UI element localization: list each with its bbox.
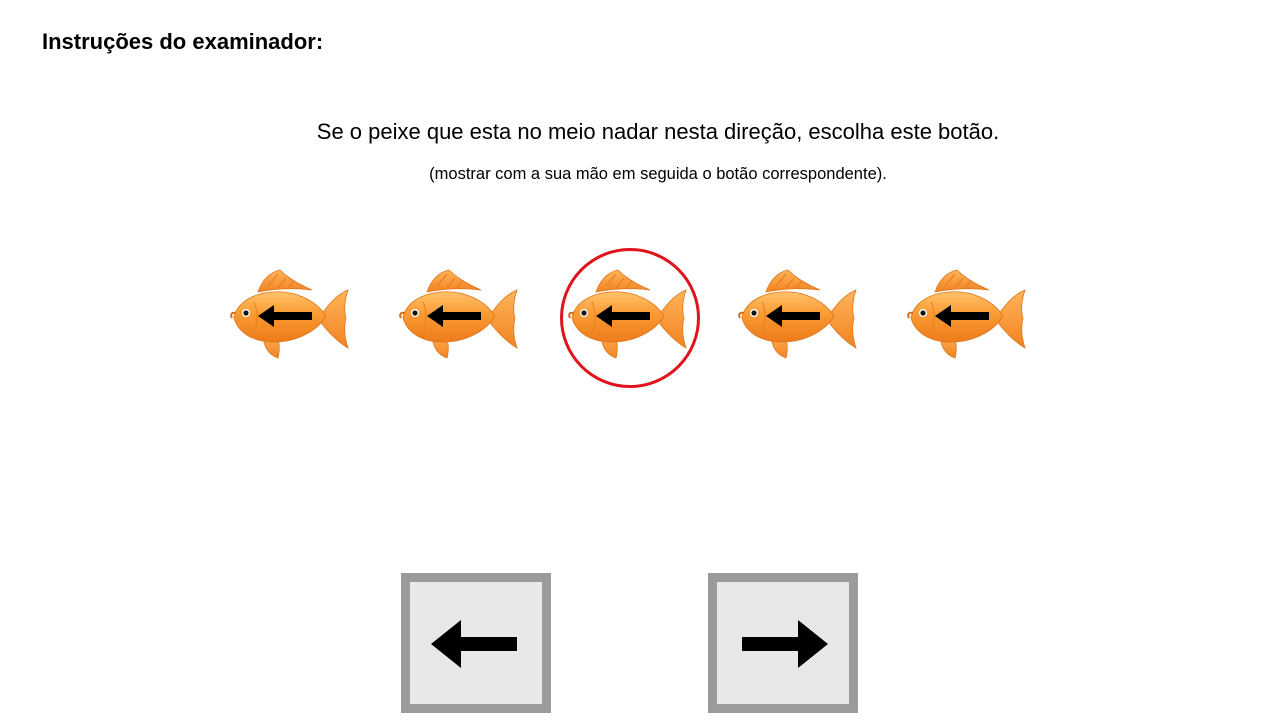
- fish-icon: [228, 266, 352, 366]
- fish-icon: [736, 266, 860, 366]
- fish-1: [228, 266, 352, 366]
- fish-icon: [905, 266, 1029, 366]
- instruction-text: Se o peixe que esta no meio nadar nesta …: [316, 119, 1000, 144]
- examiner-instructions-title: Instruções do examinador:: [42, 29, 324, 54]
- fish-5: [905, 266, 1029, 366]
- fish-icon: [566, 266, 690, 366]
- arrow-left-icon: [431, 620, 517, 668]
- instruction-subtext: (mostrar com a sua mão em seguida o botã…: [429, 165, 887, 183]
- arrow-right-icon: [742, 620, 828, 668]
- fish-center-target: [566, 266, 690, 366]
- left-response-button[interactable]: [401, 573, 551, 713]
- fish-icon: [397, 266, 521, 366]
- fish-2: [397, 266, 521, 366]
- right-response-button[interactable]: [708, 573, 858, 713]
- fish-4: [736, 266, 860, 366]
